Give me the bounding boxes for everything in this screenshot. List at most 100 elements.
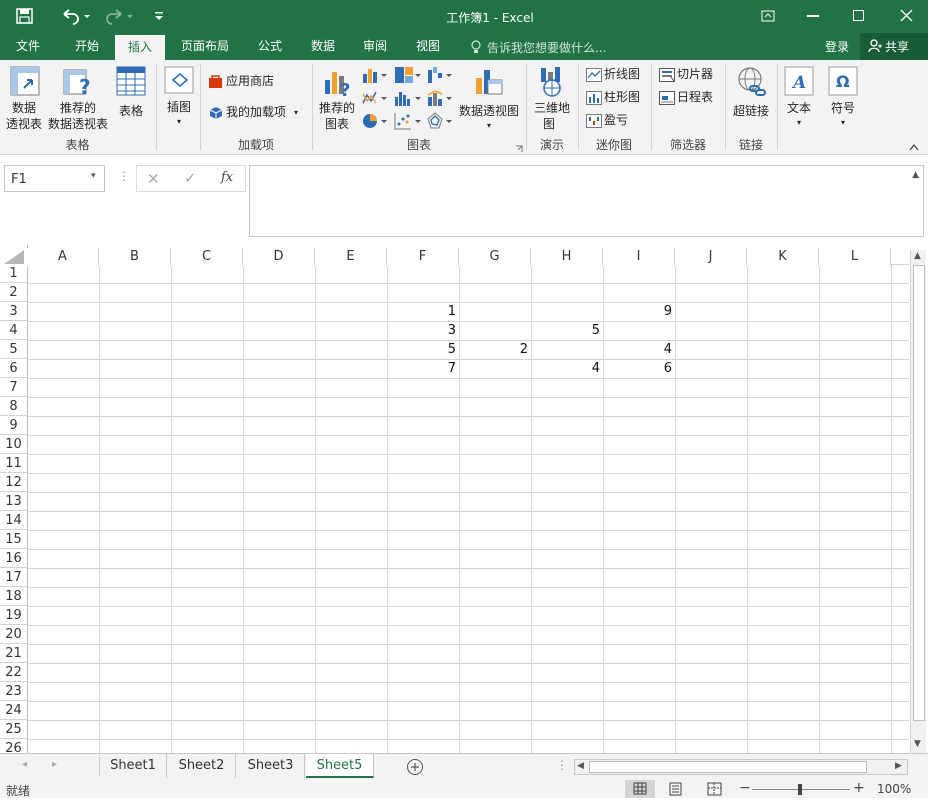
cell-i3[interactable]: 9: [603, 303, 675, 321]
column-header-f[interactable]: F: [387, 248, 459, 266]
prev-sheet-icon[interactable]: ◂: [22, 759, 27, 770]
row-header-19[interactable]: 19: [0, 606, 27, 625]
row-header-11[interactable]: 11: [0, 454, 27, 473]
horizontal-scrollbar[interactable]: ◀ ▶: [574, 759, 908, 775]
recommended-charts-button[interactable]: ? 推荐的 图表: [316, 64, 358, 132]
zoom-out-icon[interactable]: −: [739, 780, 751, 796]
column-header-h[interactable]: H: [531, 248, 603, 266]
pivot-table-button[interactable]: 数据 透视表: [4, 64, 44, 132]
cell-f3[interactable]: 1: [387, 303, 459, 321]
maximize-icon[interactable]: [853, 10, 864, 21]
tell-me-search[interactable]: 告诉我您想要做什么...: [487, 39, 606, 56]
sheet-tab-sheet2[interactable]: Sheet2: [168, 754, 236, 778]
ribbon-display-options-icon[interactable]: [761, 10, 775, 22]
row-header-7[interactable]: 7: [0, 378, 27, 397]
pivot-chart-button[interactable]: 数据透视图 ▾: [457, 64, 521, 132]
close-icon[interactable]: [900, 9, 913, 22]
cell-f5[interactable]: 5: [387, 341, 459, 359]
tab-page-layout[interactable]: 页面布局: [170, 33, 240, 60]
row-header-13[interactable]: 13: [0, 492, 27, 511]
enter-icon[interactable]: ✓: [184, 169, 197, 187]
column-header-b[interactable]: B: [99, 248, 171, 266]
scatter-chart-icon[interactable]: [394, 112, 422, 130]
zoom-in-icon[interactable]: +: [853, 780, 865, 796]
sparkline-column-button[interactable]: 柱形图: [584, 89, 648, 107]
row-header-5[interactable]: 5: [0, 340, 27, 359]
cell-f6[interactable]: 7: [387, 360, 459, 378]
row-header-2[interactable]: 2: [0, 283, 27, 302]
app-store-button[interactable]: 应用商店: [206, 72, 296, 92]
tab-insert[interactable]: 插入: [115, 35, 165, 60]
column-header-g[interactable]: G: [459, 248, 531, 266]
row-header-23[interactable]: 23: [0, 682, 27, 701]
symbols-button[interactable]: Ω 符号 ▾: [824, 64, 862, 132]
tab-split-handle[interactable]: ⋮: [556, 758, 568, 772]
hierarchy-chart-icon[interactable]: [394, 66, 422, 84]
minimize-icon[interactable]: [807, 15, 819, 17]
row-header-9[interactable]: 9: [0, 416, 27, 435]
scroll-left-icon[interactable]: ◀: [577, 761, 584, 771]
column-header-l[interactable]: L: [819, 248, 891, 266]
tab-data[interactable]: 数据: [300, 33, 346, 60]
cell-i5[interactable]: 4: [603, 341, 675, 359]
scroll-up-icon[interactable]: ▲: [914, 251, 921, 261]
column-header-k[interactable]: K: [747, 248, 819, 266]
login-link[interactable]: 登录: [825, 38, 849, 55]
sheet-tab-sheet5[interactable]: Sheet5: [306, 754, 374, 778]
slicer-button[interactable]: 切片器: [657, 66, 721, 84]
cell-h4[interactable]: 5: [531, 322, 603, 340]
next-sheet-icon[interactable]: ▸: [52, 759, 57, 770]
column-header-d[interactable]: D: [243, 248, 315, 266]
collapse-formula-bar-icon[interactable]: ▲: [912, 170, 919, 180]
my-addins-button[interactable]: 我的加载项 ▾: [206, 103, 306, 123]
radar-chart-icon[interactable]: [427, 112, 453, 130]
cell-f4[interactable]: 3: [387, 322, 459, 340]
more-options-icon[interactable]: ⋮: [118, 169, 130, 183]
page-layout-view-icon[interactable]: [668, 782, 684, 796]
tab-file[interactable]: 文件: [0, 33, 56, 60]
row-header-20[interactable]: 20: [0, 625, 27, 644]
dialog-launcher-icon[interactable]: [515, 142, 523, 152]
tab-view[interactable]: 视图: [404, 33, 452, 60]
undo-icon[interactable]: [60, 7, 90, 25]
column-header-a[interactable]: A: [27, 248, 99, 266]
sparkline-line-button[interactable]: 折线图: [584, 66, 648, 84]
zoom-level[interactable]: 100%: [877, 782, 911, 796]
share-button[interactable]: 共享: [860, 33, 928, 60]
row-header-16[interactable]: 16: [0, 549, 27, 568]
timeline-button[interactable]: 日程表: [657, 89, 721, 107]
row-header-14[interactable]: 14: [0, 511, 27, 530]
select-all-corner[interactable]: [4, 250, 24, 264]
row-header-1[interactable]: 1: [0, 264, 27, 283]
column-header-i[interactable]: I: [603, 248, 675, 266]
scroll-right-icon[interactable]: ▶: [895, 761, 902, 771]
zoom-slider-thumb[interactable]: [798, 784, 802, 795]
line-chart-icon[interactable]: [362, 89, 388, 107]
3d-map-button[interactable]: 三维地 图: [530, 64, 574, 132]
row-header-18[interactable]: 18: [0, 587, 27, 606]
insert-function-icon[interactable]: fx: [221, 170, 233, 185]
row-header-6[interactable]: 6: [0, 359, 27, 378]
row-header-17[interactable]: 17: [0, 568, 27, 587]
sheet-tab-sheet3[interactable]: Sheet3: [237, 754, 305, 778]
statistic-chart-icon[interactable]: [394, 89, 422, 107]
row-header-25[interactable]: 25: [0, 720, 27, 739]
tab-formulas[interactable]: 公式: [246, 33, 294, 60]
row-header-21[interactable]: 21: [0, 644, 27, 663]
row-header-10[interactable]: 10: [0, 435, 27, 454]
cell-g5[interactable]: 2: [459, 341, 531, 359]
formula-input[interactable]: ▲: [249, 165, 924, 237]
table-button[interactable]: 表格: [112, 64, 150, 132]
sheet-tab-sheet1[interactable]: Sheet1: [100, 754, 167, 778]
collapse-ribbon-icon[interactable]: [909, 140, 919, 151]
row-header-3[interactable]: 3: [0, 302, 27, 321]
add-sheet-icon[interactable]: [406, 758, 424, 776]
row-header-4[interactable]: 4: [0, 321, 27, 340]
cancel-icon[interactable]: ✕: [147, 170, 160, 188]
name-box[interactable]: F1 ▾: [4, 165, 105, 192]
row-header-15[interactable]: 15: [0, 530, 27, 549]
illustrations-button[interactable]: 插图 ▾: [160, 64, 198, 132]
save-icon[interactable]: [16, 8, 33, 24]
chevron-down-icon[interactable]: ▾: [91, 171, 96, 181]
column-header-c[interactable]: C: [171, 248, 243, 266]
